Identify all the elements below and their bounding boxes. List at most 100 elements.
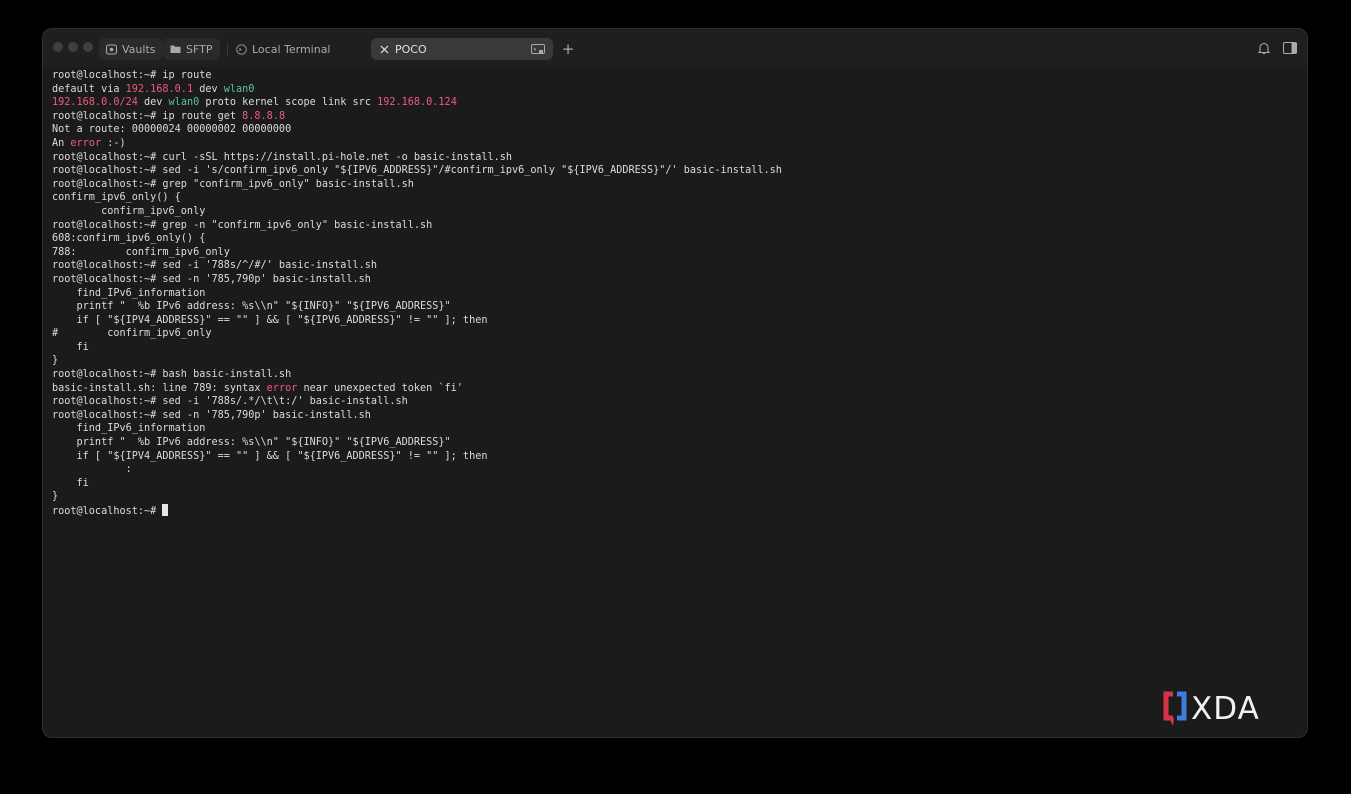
terminal-text: root@localhost:~# sed -i '788s/.*/\t\t:/… (52, 396, 408, 408)
terminal-text: basic-install.sh: line 789: syntax (52, 382, 267, 394)
terminal-text: proto kernel scope link src (199, 97, 378, 109)
highlighted-token: wlan0 (223, 83, 255, 95)
watermark-text: XDA (1191, 691, 1260, 727)
sidebar-toggle-icon[interactable] (1283, 41, 1297, 55)
vault-icon (105, 43, 117, 55)
terminal-line: fi (52, 341, 1297, 355)
tab-poco[interactable]: POCO (371, 38, 553, 60)
title-bar: Vaults SFTP Local Terminal POCO + (43, 29, 1307, 67)
terminal-text: printf " %b IPv6 address: %s\\n" "${INFO… (52, 437, 451, 449)
terminal-text: 608:confirm_ipv6_only() { (52, 233, 206, 245)
terminal-text: confirm_ipv6_only() { (52, 192, 181, 204)
terminal-line: default via 192.168.0.1 dev wlan0 (52, 83, 1297, 97)
highlighted-token: 192.168.0.124 (377, 97, 457, 109)
xda-logo-icon (1163, 691, 1187, 726)
terminal-text: root@localhost:~# sed -i '788s/^/#/' bas… (52, 260, 378, 272)
terminal-icon (235, 43, 247, 55)
terminal-text: if [ "${IPV4_ADDRESS}" == "" ] && [ "${I… (52, 314, 488, 326)
terminal-line: 608:confirm_ipv6_only() { (52, 232, 1297, 246)
close-window-button[interactable] (53, 42, 63, 52)
highlighted-token: error (266, 382, 298, 394)
highlighted-token: 192.168.0.0/24 (52, 97, 138, 109)
terminal-text: fi (52, 477, 89, 489)
bell-icon[interactable] (1257, 41, 1271, 55)
close-icon[interactable] (378, 43, 390, 55)
terminal-text: confirm_ipv6_only (52, 205, 206, 217)
terminal-text: # confirm_ipv6_only (52, 328, 212, 340)
highlighted-token: 8.8.8.8 (242, 110, 286, 122)
terminal-text: root@localhost:~# ip route get (52, 110, 243, 122)
terminal-line: root@localhost:~# ip route (52, 69, 1297, 83)
tab-local-terminal[interactable]: Local Terminal (235, 38, 367, 60)
host-info-icon[interactable] (531, 43, 545, 55)
terminal-line: } (52, 354, 1297, 368)
tab-sftp[interactable]: SFTP (163, 38, 221, 60)
tab-label: Local Terminal (252, 42, 331, 56)
tab-label: POCO (395, 42, 427, 56)
terminal-line: root@localhost:~# ip route get 8.8.8.8 (52, 110, 1297, 124)
terminal-line: root@localhost:~# sed -n '785,790p' basi… (52, 409, 1297, 423)
terminal-line: # confirm_ipv6_only (52, 327, 1297, 341)
terminal-text: root@localhost:~# sed -n '785,790p' basi… (52, 273, 371, 285)
highlighted-token: error (70, 137, 102, 149)
terminal-line: root@localhost:~# sed -i 's/confirm_ipv6… (52, 164, 1297, 178)
terminal-line: 788: confirm_ipv6_only (52, 246, 1297, 260)
terminal-text: find_IPv6_information (52, 423, 206, 435)
tab-label: Vaults (122, 42, 156, 56)
terminal-line: 192.168.0.0/24 dev wlan0 proto kernel sc… (52, 96, 1297, 110)
terminal-text: dev (193, 83, 224, 95)
terminal-line: confirm_ipv6_only (52, 205, 1297, 219)
terminal-line: root@localhost:~# grep -n "confirm_ipv6_… (52, 219, 1297, 233)
terminal-text: 788: confirm_ipv6_only (52, 246, 230, 258)
new-tab-button[interactable]: + (559, 38, 577, 60)
terminal-text: root@localhost:~# sed -i 's/confirm_ipv6… (52, 165, 782, 177)
prompt-line[interactable]: root@localhost:~# (52, 504, 1297, 518)
terminal-line: } (52, 490, 1297, 504)
prompt-text: root@localhost:~# (52, 506, 163, 517)
terminal-text: root@localhost:~# sed -n '785,790p' basi… (52, 409, 371, 421)
terminal-text: printf " %b IPv6 address: %s\\n" "${INFO… (52, 301, 451, 313)
terminal-line: confirm_ipv6_only() { (52, 191, 1297, 205)
terminal-text: root@localhost:~# grep -n "confirm_ipv6_… (52, 219, 433, 231)
terminal-line: root@localhost:~# bash basic-install.sh (52, 368, 1297, 382)
terminal-line: if [ "${IPV4_ADDRESS}" == "" ] && [ "${I… (52, 450, 1297, 464)
tab-vaults[interactable]: Vaults (99, 38, 164, 60)
xda-watermark: XDA (1163, 689, 1260, 729)
terminal-line: printf " %b IPv6 address: %s\\n" "${INFO… (52, 436, 1297, 450)
terminal-line: Not a route: 00000024 00000002 00000000 (52, 123, 1297, 137)
terminal-line: root@localhost:~# grep "confirm_ipv6_onl… (52, 178, 1297, 192)
terminal-output[interactable]: root@localhost:~# ip route default via 19… (52, 69, 1297, 727)
plus-icon: + (561, 40, 575, 58)
terminal-line: find_IPv6_information (52, 287, 1297, 301)
terminal-text: dev (137, 97, 169, 109)
tab-label: SFTP (186, 42, 213, 56)
minimize-window-button[interactable] (68, 42, 78, 52)
terminal-text: root@localhost:~# curl -sSL https://inst… (52, 151, 513, 163)
terminal-line: basic-install.sh: line 789: syntax error… (52, 382, 1297, 396)
terminal-text: root@localhost:~# grep "confirm_ipv6_onl… (52, 178, 414, 190)
terminal-text: if [ "${IPV4_ADDRESS}" == "" ] && [ "${I… (52, 450, 488, 462)
terminal-text: fi (52, 341, 89, 353)
terminal-text: An (52, 137, 71, 149)
terminal-text: near unexpected token `fi' (297, 382, 463, 394)
terminal-line: root@localhost:~# sed -i '788s/.*/\t\t:/… (52, 395, 1297, 409)
terminal-text: find_IPv6_information (52, 287, 206, 299)
terminal-text: default via (52, 83, 126, 95)
terminal-text: : (52, 464, 132, 476)
terminal-line: An error :-) (52, 137, 1297, 151)
terminal-line: : (52, 463, 1297, 477)
highlighted-token: wlan0 (168, 97, 200, 109)
terminal-line: root@localhost:~# curl -sSL https://inst… (52, 151, 1297, 165)
terminal-line: root@localhost:~# sed -i '788s/^/#/' bas… (52, 259, 1297, 273)
terminal-text: root@localhost:~# ip route (52, 70, 212, 81)
terminal-text: } (52, 355, 59, 367)
folder-icon (169, 43, 181, 55)
zoom-window-button[interactable] (83, 42, 93, 52)
terminal-line: fi (52, 477, 1297, 491)
terminal-line: printf " %b IPv6 address: %s\\n" "${INFO… (52, 300, 1297, 314)
highlighted-token: 192.168.0.1 (125, 83, 194, 95)
terminal-text: } (52, 491, 59, 503)
terminal-text: root@localhost:~# bash basic-install.sh (52, 369, 292, 381)
terminal-cursor (162, 504, 169, 516)
tab-separator (227, 43, 228, 55)
